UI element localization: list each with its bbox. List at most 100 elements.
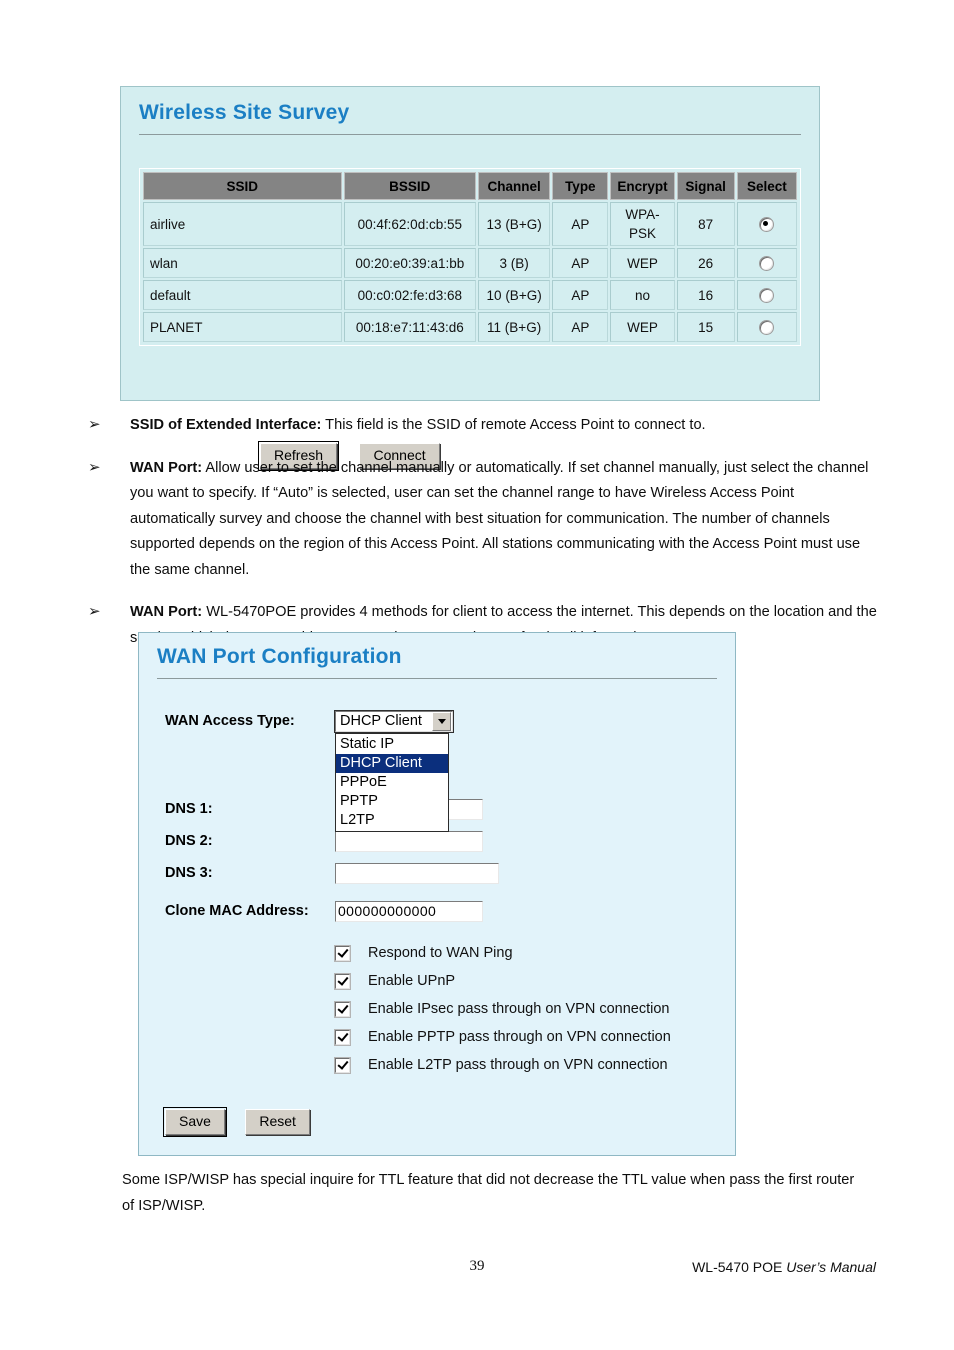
cell-bssid: 00:c0:02:fe:d3:68	[343, 280, 477, 310]
wan-access-type-option-list[interactable]: Static IP DHCP Client PPPoE PPTP L2TP	[335, 732, 449, 832]
bullet-text: SSID of Extended Interface: This field i…	[130, 413, 878, 439]
dns3-row: DNS 3:	[165, 857, 735, 889]
checkbox-row-l2tp-passthrough[interactable]: Enable L2TP pass through on VPN connecti…	[334, 1051, 735, 1079]
clone-mac-label: Clone MAC Address:	[165, 903, 309, 919]
cell-encrypt: WEP	[610, 312, 675, 342]
column-header-select: Select	[736, 172, 797, 200]
cell-signal: 26	[676, 248, 735, 278]
bullet-wan-port-channel: ➢ WAN Port: Allow user to set the channe…	[88, 456, 878, 584]
cell-signal: 87	[676, 202, 735, 246]
dns1-row: DNS 1:	[165, 793, 735, 825]
wan-access-type-label: WAN Access Type:	[165, 713, 295, 729]
select-radio-default[interactable]	[759, 287, 775, 303]
bullet-text: WAN Port: Allow user to set the channel …	[130, 456, 878, 584]
checkbox-ipsec-passthrough[interactable]	[334, 1000, 351, 1018]
bullet-marker-icon: ➢	[88, 459, 101, 476]
checkbox-label: Enable L2TP pass through on VPN connecti…	[368, 1057, 668, 1073]
option-dhcp-client[interactable]: DHCP Client	[336, 753, 448, 773]
wan-form: WAN Access Type: DHCP Client Static IP D…	[139, 705, 735, 1079]
checkbox-row-enable-upnp[interactable]: Enable UPnP	[334, 967, 735, 995]
cell-select[interactable]	[736, 248, 797, 278]
checkbox-respond-wan-ping[interactable]	[334, 944, 351, 962]
cell-type: AP	[552, 202, 609, 246]
cell-channel: 10 (B+G)	[478, 280, 551, 310]
cell-encrypt: WEP	[610, 248, 675, 278]
select-radio-planet[interactable]	[759, 319, 775, 335]
dns3-label: DNS 3:	[165, 865, 213, 881]
column-header-signal: Signal	[676, 172, 735, 200]
bullet-term: SSID of Extended Interface:	[130, 417, 322, 433]
dns3-input[interactable]	[335, 862, 499, 884]
cell-bssid: 00:18:e7:11:43:d6	[343, 312, 477, 342]
dns2-row: DNS 2:	[165, 825, 735, 857]
table-row[interactable]: wlan 00:20:e0:39:a1:bb 3 (B) AP WEP 26	[143, 248, 797, 278]
bullet-body: Allow user to set the channel manually o…	[130, 459, 869, 578]
dns2-label: DNS 2:	[165, 833, 213, 849]
cell-channel: 11 (B+G)	[478, 312, 551, 342]
checkbox-label: Enable IPsec pass through on VPN connect…	[368, 1001, 670, 1017]
wan-port-configuration-panel: WAN Port Configuration WAN Access Type: …	[138, 632, 736, 1156]
table-row[interactable]: default 00:c0:02:fe:d3:68 10 (B+G) AP no…	[143, 280, 797, 310]
cell-ssid: PLANET	[143, 312, 342, 342]
checkbox-l2tp-passthrough[interactable]	[334, 1056, 351, 1074]
cell-select[interactable]	[736, 312, 797, 342]
footer-manual-title: User’s Manual	[786, 1259, 876, 1275]
cell-channel: 3 (B)	[478, 248, 551, 278]
survey-table-container: SSID BSSID Channel Type Encrypt Signal S…	[139, 168, 801, 346]
checkbox-row-respond-wan-ping[interactable]: Respond to WAN Ping	[334, 939, 735, 967]
column-header-ssid: SSID	[143, 172, 342, 200]
option-static-ip[interactable]: Static IP	[336, 735, 448, 754]
select-radio-airlive[interactable]	[759, 216, 775, 232]
title-divider	[139, 134, 801, 135]
wireless-site-survey-panel: Wireless Site Survey SSID BSSID Channel …	[120, 86, 820, 471]
clone-mac-input[interactable]: 000000000000	[335, 900, 483, 922]
checkbox-label: Enable UPnP	[368, 973, 456, 989]
bullet-marker-icon: ➢	[88, 417, 101, 433]
bullet-ssid-extended-interface: ➢ SSID of Extended Interface: This field…	[88, 413, 878, 439]
bullet-body: This field is the SSID of remote Access …	[321, 417, 706, 433]
cell-select[interactable]	[736, 280, 797, 310]
bullet-term: WAN Port:	[130, 459, 203, 476]
checkbox-enable-upnp[interactable]	[334, 972, 351, 990]
table-header-row: SSID BSSID Channel Type Encrypt Signal S…	[143, 172, 797, 200]
cell-select[interactable]	[736, 202, 797, 246]
wan-access-type-select-stack: DHCP Client Static IP DHCP Client PPPoE …	[334, 709, 485, 832]
column-header-bssid: BSSID	[343, 172, 477, 200]
reset-button[interactable]: Reset	[245, 1109, 310, 1135]
select-radio-wlan[interactable]	[759, 255, 775, 271]
cell-channel: 13 (B+G)	[478, 202, 551, 246]
checkbox-row-pptp-passthrough[interactable]: Enable PPTP pass through on VPN connecti…	[334, 1023, 735, 1051]
option-l2tp[interactable]: L2TP	[336, 811, 448, 830]
description-bullets: ➢ SSID of Extended Interface: This field…	[88, 413, 878, 668]
cell-encrypt: no	[610, 280, 675, 310]
column-header-type: Type	[552, 172, 609, 200]
cell-type: AP	[552, 280, 609, 310]
cell-bssid: 00:4f:62:0d:cb:55	[343, 202, 477, 246]
dns1-label: DNS 1:	[165, 801, 213, 817]
table-row[interactable]: PLANET 00:18:e7:11:43:d6 11 (B+G) AP WEP…	[143, 312, 797, 342]
dns2-input[interactable]	[335, 830, 483, 852]
checkbox-label: Respond to WAN Ping	[368, 945, 513, 961]
wan-access-type-row: WAN Access Type: DHCP Client Static IP D…	[165, 705, 735, 832]
bullet-marker-icon: ➢	[88, 604, 101, 620]
clone-mac-row: Clone MAC Address: 000000000000	[165, 895, 735, 927]
wan-options-checklist: Respond to WAN Ping Enable UPnP Enable I…	[165, 939, 735, 1079]
chevron-down-icon[interactable]	[432, 711, 451, 731]
column-header-channel: Channel	[478, 172, 551, 200]
option-pppoe[interactable]: PPPoE	[336, 773, 448, 792]
cell-ssid: airlive	[143, 202, 342, 246]
checkbox-row-ipsec-passthrough[interactable]: Enable IPsec pass through on VPN connect…	[334, 995, 735, 1023]
footer-product: WL-5470 POE	[692, 1259, 787, 1275]
table-row[interactable]: airlive 00:4f:62:0d:cb:55 13 (B+G) AP WP…	[143, 202, 797, 246]
footer-manual-label: WL-5470 POE User’s Manual	[692, 1259, 876, 1275]
cell-signal: 15	[676, 312, 735, 342]
option-pptp[interactable]: PPTP	[336, 792, 448, 811]
wan-access-type-select[interactable]: DHCP Client	[334, 709, 454, 733]
save-button[interactable]: Save	[163, 1107, 227, 1137]
cell-bssid: 00:20:e0:39:a1:bb	[343, 248, 477, 278]
checkbox-pptp-passthrough[interactable]	[334, 1028, 351, 1046]
closing-note-text: Some ISP/WISP has special inquire for TT…	[122, 1172, 855, 1214]
survey-panel-title: Wireless Site Survey	[139, 101, 350, 124]
column-header-encrypt: Encrypt	[610, 172, 675, 200]
cell-type: AP	[552, 248, 609, 278]
